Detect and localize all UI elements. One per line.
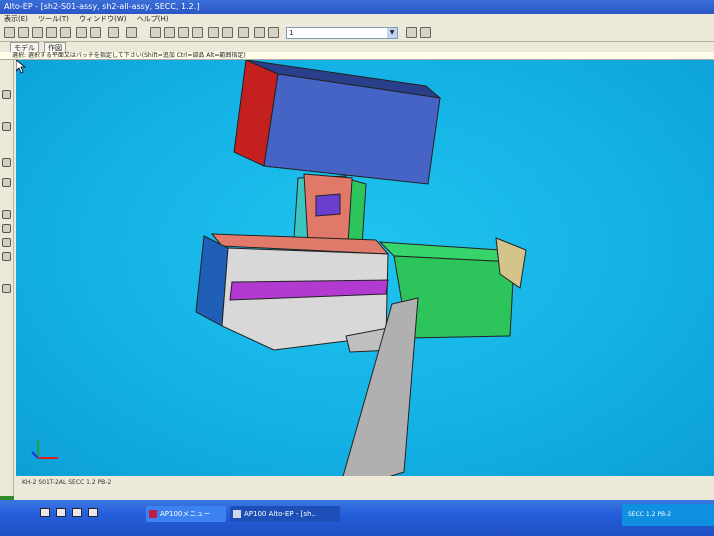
hem-icon[interactable] (2, 178, 11, 187)
bracket-purple-plate (315, 193, 341, 217)
save-icon[interactable] (18, 27, 29, 38)
taskbar-button-alto-label: AP100 Alto-EP - [sh.. (244, 510, 316, 518)
tab-strip: モデル 作図 (0, 42, 714, 52)
menu-item-help[interactable]: ヘルプ(H) (137, 15, 169, 23)
windows-taskbar: AP100メニュー AP100 Alto-EP - [sh.. SECC 1.2… (0, 500, 714, 536)
app-alto-icon (233, 510, 241, 518)
print-icon[interactable] (46, 27, 57, 38)
select-icon[interactable] (150, 27, 161, 38)
status-text: KH-2 S01T-2AL SECC 1.2 PB-2 (22, 479, 112, 486)
model-viewport[interactable] (16, 60, 714, 476)
quicklaunch-desktop-icon[interactable] (56, 508, 66, 517)
menu-bar: 表示(E) ツール(T) ウィンドウ(W) ヘルプ(H) (0, 14, 714, 24)
properties-icon[interactable] (76, 27, 87, 38)
tray-text: SECC 1.2 PB-2 (628, 511, 672, 518)
taskbar-button-menu-label: AP100メニュー (160, 510, 211, 518)
layer-select[interactable]: 1 ▼ (286, 27, 398, 39)
application-screen: Alto-EP - [sh2-S01-assy, sh2-all-assy, S… (0, 0, 714, 536)
fit-icon[interactable] (238, 27, 249, 38)
house-icon[interactable] (2, 238, 11, 247)
move-icon[interactable] (268, 27, 279, 38)
bend-icon[interactable] (2, 122, 11, 131)
layer-select-value: 1 (289, 29, 294, 37)
view-iso-icon[interactable] (178, 27, 189, 38)
quicklaunch-app-icon[interactable] (88, 508, 98, 517)
tab-drawing[interactable]: 作図 (44, 42, 66, 52)
system-tray: SECC 1.2 PB-2 (622, 504, 714, 526)
taskbar-button-alto[interactable]: AP100 Alto-EP - [sh.. (230, 506, 340, 522)
chevron-down-icon[interactable]: ▼ (387, 28, 397, 38)
app-menu-icon (149, 510, 157, 518)
menu-item-view[interactable]: 表示(E) (4, 15, 28, 23)
undo-icon[interactable] (108, 27, 119, 38)
document-icon[interactable] (90, 27, 101, 38)
rotate-icon[interactable] (222, 27, 233, 38)
main-toolbar: 1 ▼ (0, 24, 714, 42)
tab-model-label: モデル (14, 44, 35, 52)
shade-icon[interactable] (192, 27, 203, 38)
menu-item-window[interactable]: ウィンドウ(W) (79, 15, 126, 23)
status-bar: KH-2 S01T-2AL SECC 1.2 PB-2 (16, 476, 714, 496)
tab-model[interactable]: モデル (10, 42, 39, 52)
menu-item-tools[interactable]: ツール(T) (38, 15, 69, 23)
zoom-window-icon[interactable] (208, 27, 219, 38)
flange-icon[interactable] (2, 158, 11, 167)
notch-icon[interactable] (2, 224, 11, 233)
sketch-icon[interactable] (2, 90, 11, 99)
pan-icon[interactable] (254, 27, 265, 38)
measure-icon[interactable] (420, 27, 431, 38)
unfold-icon[interactable] (2, 252, 11, 261)
window-title: Alto-EP - [sh2-S01-assy, sh2-all-assy, S… (4, 2, 200, 11)
quicklaunch-media-icon[interactable] (72, 508, 82, 517)
pointer-icon[interactable] (406, 27, 417, 38)
view-front-icon[interactable] (164, 27, 175, 38)
left-toolbar (0, 60, 14, 496)
command-prompt: 選択: 選択する平面又はパッチを指定して下さい(Shift=追加 Ctrl=部品… (0, 52, 714, 60)
mouse-pointer-icon (16, 60, 26, 74)
redo-icon[interactable] (126, 27, 137, 38)
quicklaunch-ie-icon[interactable] (40, 508, 50, 517)
assembly-model (31, 60, 527, 476)
taskbar-button-menu[interactable]: AP100メニュー (146, 506, 226, 522)
export-icon[interactable] (60, 27, 71, 38)
punch-icon[interactable] (2, 210, 11, 219)
copy-icon[interactable] (32, 27, 43, 38)
prompt-text: 選択: 選択する平面又はパッチを指定して下さい(Shift=追加 Ctrl=部品… (12, 52, 246, 59)
new-file-icon[interactable] (4, 27, 15, 38)
title-bar: Alto-EP - [sh2-S01-assy, sh2-all-assy, S… (0, 0, 714, 14)
tab-drawing-label: 作図 (48, 44, 62, 52)
layers-icon[interactable] (2, 284, 11, 293)
